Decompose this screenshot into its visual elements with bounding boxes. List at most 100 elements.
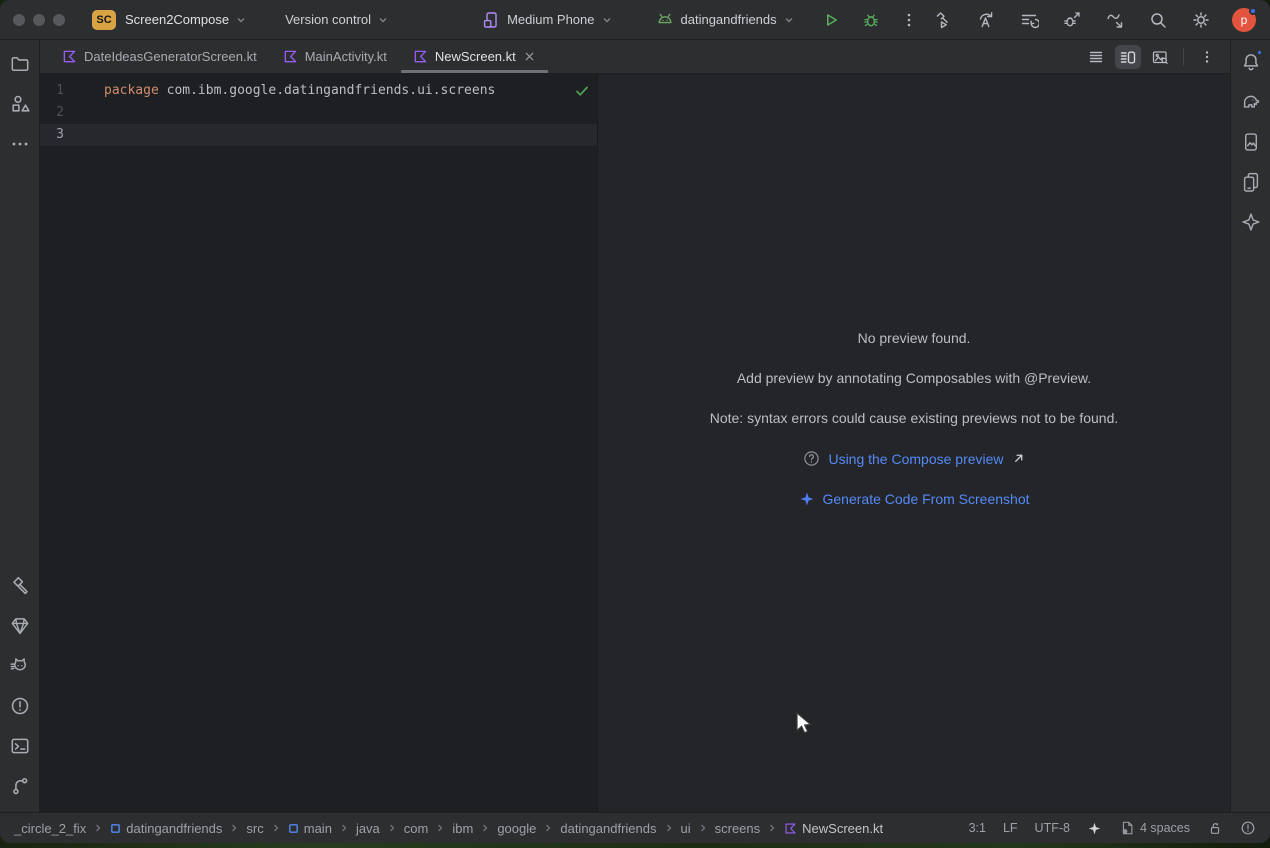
more-tool-windows-button[interactable] <box>6 130 34 158</box>
breadcrumb-item[interactable]: _circle_2_fix <box>14 821 86 836</box>
breadcrumb-item[interactable]: ui <box>681 821 691 836</box>
settings-button[interactable] <box>1189 8 1213 32</box>
editor-tab-bar: DateIdeasGeneratorScreen.kt MainActivity… <box>40 40 1230 74</box>
gemini-tool-button[interactable] <box>6 612 34 640</box>
kebab-menu-icon <box>1199 49 1215 65</box>
user-avatar[interactable]: p <box>1232 8 1256 32</box>
event-log-widget[interactable] <box>1240 820 1256 836</box>
breadcrumb-item[interactable]: google <box>497 821 536 836</box>
breadcrumb-item[interactable]: screens <box>715 821 761 836</box>
editor-mode-design-button[interactable] <box>1147 45 1173 69</box>
code-line-2: 2 <box>40 102 597 124</box>
running-devices-icon <box>1240 131 1262 153</box>
more-actions-button[interactable] <box>897 8 921 32</box>
project-selector[interactable]: Screen2Compose <box>125 12 247 27</box>
close-window-button[interactable] <box>13 14 25 26</box>
chevron-right-icon <box>435 823 445 833</box>
breadcrumb-item[interactable]: ibm <box>452 821 473 836</box>
toolbar-separator <box>1183 48 1184 66</box>
ide-window: SC Screen2Compose Version control Medium… <box>0 0 1270 843</box>
editor-mode-split-button[interactable] <box>1115 45 1141 69</box>
zoom-window-button[interactable] <box>53 14 65 26</box>
inspection-status-widget[interactable] <box>574 83 590 99</box>
status-bar: _circle_2_fix datingandfriends src main … <box>0 812 1270 843</box>
breadcrumb-item[interactable]: main <box>288 821 332 836</box>
notifications-button[interactable] <box>1237 48 1265 76</box>
apply-changes-button[interactable] <box>974 8 998 32</box>
kotlin-file-icon <box>283 49 298 64</box>
ellipsis-icon <box>9 133 31 155</box>
attach-debugger-button[interactable] <box>1060 8 1084 32</box>
sparkle-icon <box>799 491 815 507</box>
kotlin-file-icon <box>784 822 797 835</box>
chevron-down-icon <box>377 14 389 26</box>
phone-device-icon <box>481 10 501 30</box>
sparkle-icon <box>1087 821 1102 836</box>
device-selector[interactable]: Medium Phone <box>481 10 612 30</box>
folder-icon <box>9 53 31 75</box>
design-view-icon <box>1151 48 1169 66</box>
version-control-menu[interactable]: Version control <box>285 12 389 27</box>
tab-mainactivity[interactable]: MainActivity.kt <box>270 40 400 73</box>
chevron-right-icon <box>543 823 553 833</box>
editor-mode-code-button[interactable] <box>1083 45 1109 69</box>
encoding-widget[interactable]: UTF-8 <box>1035 821 1070 835</box>
tab-label: NewScreen.kt <box>435 49 516 64</box>
minimize-window-button[interactable] <box>33 14 45 26</box>
breadcrumb-item-file[interactable]: NewScreen.kt <box>784 821 883 836</box>
caret-position-widget[interactable]: 3:1 <box>969 821 986 835</box>
search-everywhere-button[interactable] <box>1146 8 1170 32</box>
problems-tool-button[interactable] <box>6 692 34 720</box>
gemini-assistant-button[interactable] <box>1237 208 1265 236</box>
compose-preview-help-link[interactable]: Using the Compose preview <box>803 450 1024 467</box>
tab-label: MainActivity.kt <box>305 49 387 64</box>
profiler-button[interactable] <box>1103 8 1127 32</box>
tab-newscreen[interactable]: NewScreen.kt <box>400 40 549 73</box>
breadcrumb-item[interactable]: java <box>356 821 380 836</box>
module-icon <box>288 823 299 834</box>
project-badge: SC <box>92 10 116 30</box>
search-icon <box>1148 10 1168 30</box>
ai-status-widget[interactable] <box>1087 821 1102 836</box>
gradle-tool-button[interactable] <box>1237 88 1265 116</box>
editor-options-button[interactable] <box>1194 45 1220 69</box>
chevron-right-icon <box>664 823 674 833</box>
terminal-tool-button[interactable] <box>6 732 34 760</box>
unlock-icon <box>1207 820 1223 836</box>
resource-manager-tool-button[interactable] <box>6 90 34 118</box>
readonly-toggle[interactable] <box>1207 820 1223 836</box>
breadcrumb-item[interactable]: datingandfriends <box>560 821 656 836</box>
kotlin-file-icon <box>62 49 77 64</box>
build-tool-button[interactable] <box>6 572 34 600</box>
device-manager-button[interactable] <box>1237 168 1265 196</box>
chevron-down-icon <box>601 14 613 26</box>
indent-widget[interactable]: 4 spaces <box>1119 820 1190 836</box>
breadcrumb-item[interactable]: src <box>246 821 263 836</box>
title-bar: SC Screen2Compose Version control Medium… <box>0 0 1270 40</box>
code-editor[interactable]: 1package com.ibm.google.datingandfriends… <box>40 74 597 812</box>
code-token: com.ibm.google.datingandfriends.ui.scree… <box>159 83 496 98</box>
chevron-right-icon <box>480 823 490 833</box>
project-tool-button[interactable] <box>6 50 34 78</box>
chevron-right-icon <box>387 823 397 833</box>
generate-code-from-screenshot-link[interactable]: Generate Code From Screenshot <box>799 491 1030 507</box>
git-branch-icon <box>9 775 31 797</box>
git-tool-button[interactable] <box>6 772 34 800</box>
breadcrumb-item[interactable]: com <box>404 821 429 836</box>
line-number: 1 <box>40 80 104 102</box>
tab-dateideasgeneratorscreen[interactable]: DateIdeasGeneratorScreen.kt <box>49 40 270 73</box>
window-controls <box>0 14 65 26</box>
debug-button[interactable] <box>859 8 883 32</box>
close-tab-icon[interactable] <box>523 50 536 63</box>
apply-code-changes-button[interactable] <box>1017 8 1041 32</box>
run-configuration-selector[interactable]: datingandfriends <box>655 10 795 30</box>
breadcrumb-item[interactable]: datingandfriends <box>110 821 222 836</box>
gem-icon <box>9 615 31 637</box>
running-devices-button[interactable] <box>1237 128 1265 156</box>
resource-manager-icon <box>9 93 31 115</box>
logcat-tool-button[interactable] <box>6 652 34 680</box>
run-button[interactable] <box>819 8 843 32</box>
build-run-button[interactable] <box>931 8 955 32</box>
breadcrumb: _circle_2_fix datingandfriends src main … <box>14 821 883 836</box>
line-separator-widget[interactable]: LF <box>1003 821 1018 835</box>
